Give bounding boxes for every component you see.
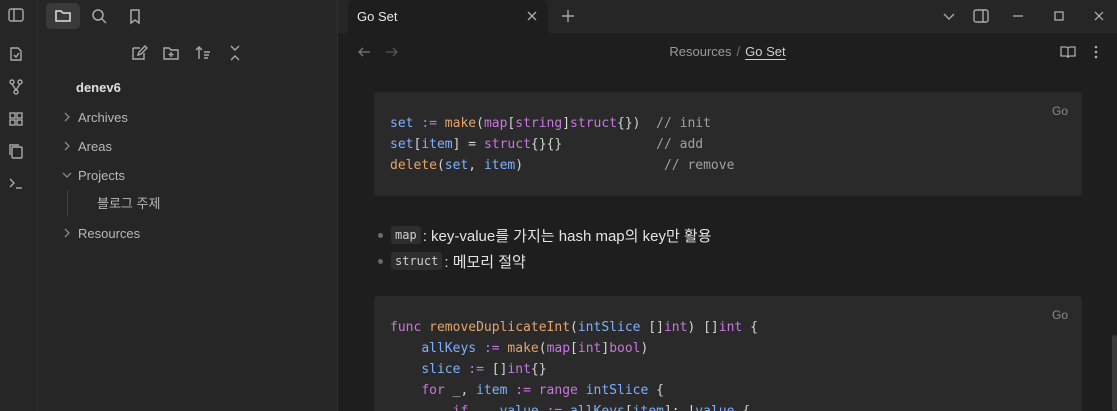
scrollbar[interactable] xyxy=(1112,335,1117,411)
vault-name[interactable]: denev6 xyxy=(76,80,121,95)
sort-icon[interactable] xyxy=(194,44,212,62)
code-block[interactable]: Go func removeDuplicateInt(intSlice []in… xyxy=(374,296,1082,411)
open-quick-switcher-icon[interactable] xyxy=(7,45,25,63)
window-close-icon[interactable] xyxy=(1089,6,1109,26)
tree-folder-areas[interactable]: Areas xyxy=(60,136,112,156)
new-note-icon[interactable] xyxy=(130,44,148,62)
file-nav-actions xyxy=(130,44,244,62)
more-options-icon[interactable] xyxy=(1087,43,1105,61)
breadcrumb-parent[interactable]: Resources xyxy=(669,44,731,59)
bullet-dot xyxy=(378,232,383,238)
list-item-text: : 메모리 절약 xyxy=(444,253,526,271)
maximize-icon[interactable] xyxy=(1049,6,1069,26)
chevron-down-icon xyxy=(60,168,74,182)
reading-view-icon[interactable] xyxy=(1059,43,1077,61)
new-folder-icon[interactable] xyxy=(162,44,180,62)
folder-icon xyxy=(55,10,71,22)
view-header: Resources / Go Set xyxy=(338,33,1117,71)
list-item: struct : 메모리 절약 xyxy=(378,248,712,274)
list-item-text: : key-value를 가지는 hash map의 key만 활용 xyxy=(422,227,712,245)
tree-folder-projects[interactable]: Projects xyxy=(60,165,125,185)
bookmark-icon xyxy=(130,9,140,25)
bookmarks-tab[interactable] xyxy=(118,3,152,29)
tree-label: Areas xyxy=(78,138,112,154)
new-tab-icon[interactable] xyxy=(559,7,577,25)
code-block[interactable]: Go set := make(map[string]struct{}) // i… xyxy=(374,92,1082,196)
main-editor-area: Go Set Resources / Go Set Go set:= make… xyxy=(338,0,1117,411)
tree-folder-resources[interactable]: Resources xyxy=(60,223,140,243)
code-language-label: Go xyxy=(1051,308,1068,322)
chevron-right-icon xyxy=(60,110,74,124)
bullet-list: map : key-value를 가지는 hash map의 key만 활용 s… xyxy=(378,222,712,274)
chevron-right-icon xyxy=(60,139,74,153)
tab-bar: Go Set xyxy=(338,0,1117,33)
tab-go-set[interactable]: Go Set xyxy=(348,0,548,33)
inline-code: map xyxy=(391,226,421,244)
list-item: map : key-value를 가지는 hash map의 key만 활용 xyxy=(378,222,712,248)
tab-list-chevron-icon[interactable] xyxy=(939,6,959,26)
tab-title: Go Set xyxy=(357,9,398,24)
file-explorer-sidebar: denev6 Archives Areas Projects 블로그 주제 Re… xyxy=(38,0,338,411)
tree-label: Projects xyxy=(78,167,125,183)
minimize-icon[interactable] xyxy=(1008,6,1028,26)
sidebar-toggle-icon[interactable] xyxy=(7,6,25,24)
breadcrumb-separator: / xyxy=(736,44,741,59)
graph-view-icon[interactable] xyxy=(7,78,25,96)
collapse-all-icon[interactable] xyxy=(226,44,244,62)
code-content: set := make(map[string]struct{}) // init… xyxy=(390,116,735,173)
sidebar-tabs xyxy=(38,0,338,33)
close-icon[interactable] xyxy=(524,8,540,24)
templates-icon[interactable] xyxy=(7,142,25,160)
canvas-icon[interactable] xyxy=(7,110,25,128)
tree-folder-archives[interactable]: Archives xyxy=(60,107,128,127)
tree-label: 블로그 주제 xyxy=(97,195,161,211)
search-tab[interactable] xyxy=(82,3,116,29)
tree-label: Archives xyxy=(78,109,128,125)
tree-label: Resources xyxy=(78,225,141,241)
terminal-icon[interactable] xyxy=(7,174,25,192)
bullet-dot xyxy=(378,258,383,264)
right-sidebar-toggle-icon[interactable] xyxy=(971,6,991,26)
breadcrumb: Resources / Go Set xyxy=(338,44,1117,59)
code-content: func removeDuplicateInt(intSlice []int) … xyxy=(390,320,758,411)
files-tab[interactable] xyxy=(46,3,80,29)
inline-code: struct xyxy=(391,252,443,270)
ribbon xyxy=(0,0,38,411)
search-icon xyxy=(92,9,107,24)
tree-indent-guide xyxy=(67,190,68,216)
code-language-label: Go xyxy=(1051,104,1068,118)
breadcrumb-current[interactable]: Go Set xyxy=(745,44,785,59)
tree-file-blog-topics[interactable]: 블로그 주제 xyxy=(97,192,160,212)
chevron-right-icon xyxy=(60,226,74,240)
